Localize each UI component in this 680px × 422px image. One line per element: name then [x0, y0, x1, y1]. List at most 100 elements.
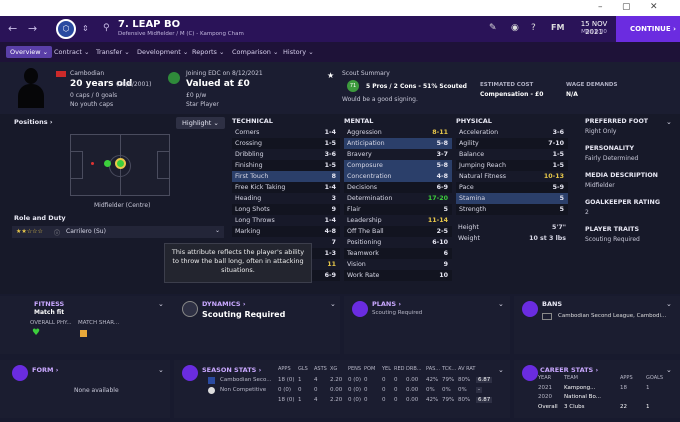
physical-attribute-row[interactable]: Natural Fitness 10-13 — [456, 171, 568, 182]
mental-attribute-row[interactable]: Leadership 11-14 — [344, 215, 452, 226]
mental-attribute-row[interactable]: Off The Ball 2-5 — [344, 226, 452, 237]
forward-arrow-icon[interactable]: → — [28, 22, 37, 35]
season-column-header[interactable]: RED — [394, 366, 404, 372]
season-stat-cell: 0 — [394, 397, 398, 403]
technical-attribute-row[interactable]: Free Kick Taking 1-4 — [232, 182, 340, 193]
player-position-subtitle: Defensive Midfielder / M (C) - Kampong C… — [118, 31, 244, 37]
fm-menu-button[interactable]: FM — [551, 23, 564, 32]
chevron-down-icon[interactable]: ⌄ — [158, 300, 164, 308]
physical-attribute-row[interactable]: Stamina 5 — [456, 193, 568, 204]
mental-attribute-row[interactable]: Determination 17-20 — [344, 193, 452, 204]
tab-comparison[interactable]: Comparison ⌄ — [228, 46, 282, 58]
highlight-dropdown[interactable]: Highlight ⌄ — [176, 117, 225, 129]
chevron-down-icon[interactable]: ⌄ — [666, 300, 672, 308]
mental-attribute-row[interactable]: Composure 5-8 — [344, 160, 452, 171]
attribute-value: 3-6 — [552, 129, 564, 136]
chevron-down-icon[interactable]: ⌄ — [498, 300, 504, 308]
dynamics-title[interactable]: DYNAMICS › — [202, 300, 246, 308]
technical-attribute-row[interactable]: Heading 3 — [232, 193, 340, 204]
physical-attribute-row[interactable]: Acceleration 3-6 — [456, 127, 568, 138]
career-cell: 18 — [620, 385, 627, 391]
back-arrow-icon[interactable]: ← — [8, 22, 17, 35]
physical-attribute-row[interactable]: Strength 5 — [456, 204, 568, 215]
competition-name[interactable]: Non Competitive — [220, 387, 266, 393]
season-column-header[interactable]: ASTS — [314, 366, 327, 372]
season-column-header[interactable]: DRB... — [406, 366, 422, 372]
search-icon[interactable]: ⚲ — [103, 23, 110, 33]
attribute-value: 3-7 — [436, 151, 448, 158]
tab-development[interactable]: Development ⌄ — [133, 46, 192, 58]
physical-attribute-row[interactable]: Balance 1-5 — [456, 149, 568, 160]
season-column-header[interactable]: GLS — [298, 366, 308, 372]
chevron-down-icon[interactable]: ⌄ — [666, 118, 672, 126]
help-icon[interactable]: ? — [531, 23, 536, 33]
physical-attribute-row[interactable]: Jumping Reach 1-5 — [456, 160, 568, 171]
world-icon[interactable]: ◉ — [511, 23, 519, 33]
role-duty-selector[interactable]: ★★☆☆☆ ⓘ Carrilero (Su) ⌄ — [12, 226, 224, 238]
competition-name[interactable]: Cambodian Seco... — [220, 377, 271, 383]
game-time: Mon 8:00 — [581, 29, 607, 35]
close-window-button[interactable]: ✕ — [650, 2, 658, 12]
tab-overview[interactable]: Overview ⌄ — [6, 46, 53, 58]
technical-attribute-row[interactable]: Long Throws 1-4 — [232, 215, 340, 226]
attribute-value: 6 — [443, 250, 448, 257]
chevron-down-icon[interactable]: ⌄ — [158, 366, 164, 374]
bans-title: BANS — [542, 300, 563, 308]
season-column-header[interactable]: AV RAT — [458, 366, 475, 372]
technical-attribute-row[interactable]: Finishing 1-5 — [232, 160, 340, 171]
edit-icon[interactable]: ✎ — [489, 23, 497, 33]
career-cell[interactable]: National Bo... — [564, 394, 601, 400]
club-crest-icon[interactable]: ⬡ — [56, 19, 76, 39]
career-column-header[interactable]: APPS — [620, 375, 633, 381]
mental-attribute-row[interactable]: Work Rate 10 — [344, 270, 452, 281]
technical-attribute-row[interactable]: Marking 4-8 — [232, 226, 340, 237]
technical-attribute-row[interactable]: First Touch 8 — [232, 171, 340, 182]
tab-transfer[interactable]: Transfer ⌄ — [92, 46, 134, 58]
season-stat-cell: 42% — [426, 377, 439, 383]
minimize-button[interactable]: – — [598, 2, 603, 12]
plans-title[interactable]: PLANS › — [372, 300, 401, 308]
tab-history[interactable]: History ⌄ — [279, 46, 318, 58]
chevron-updown-icon[interactable]: ⇕ — [82, 24, 89, 33]
season-stats-title[interactable]: SEASON STATS › — [202, 366, 261, 374]
mental-attribute-row[interactable]: Anticipation 5-8 — [344, 138, 452, 149]
mental-attribute-row[interactable]: Bravery 3-7 — [344, 149, 452, 160]
mental-attribute-row[interactable]: Vision 9 — [344, 259, 452, 270]
tab-reports[interactable]: Reports ⌄ — [188, 46, 228, 58]
physical-attribute-row[interactable]: Agility 7-10 — [456, 138, 568, 149]
season-column-header[interactable]: PENS — [348, 366, 361, 372]
maximize-button[interactable]: ▢ — [622, 2, 631, 12]
career-column-header[interactable]: TEAM — [564, 375, 578, 381]
season-column-header[interactable]: YEL — [382, 366, 391, 372]
season-column-header[interactable]: APPS — [278, 366, 291, 372]
season-column-header[interactable]: POM — [364, 366, 375, 372]
mental-attribute-row[interactable]: Concentration 4-8 — [344, 171, 452, 182]
season-column-header[interactable]: PAS... — [426, 366, 440, 372]
form-title[interactable]: FORM › — [32, 366, 58, 374]
technical-attribute-row[interactable]: Dribbling 3-6 — [232, 149, 340, 160]
chevron-down-icon[interactable]: ⌄ — [498, 366, 504, 374]
tab-contract[interactable]: Contract ⌄ — [50, 46, 93, 58]
mental-attribute-row[interactable]: Teamwork 6 — [344, 248, 452, 259]
continue-button[interactable]: CONTINUE › — [616, 16, 680, 42]
physical-attribute-row[interactable]: Pace 5-9 — [456, 182, 568, 193]
technical-attribute-row[interactable]: Long Shots 9 — [232, 204, 340, 215]
season-column-header[interactable]: TCK... — [442, 366, 456, 372]
technical-attribute-row[interactable]: Crossing 1-5 — [232, 138, 340, 149]
player-avatar — [18, 68, 44, 108]
career-column-header[interactable]: GOALS — [646, 375, 663, 381]
technical-attribute-row[interactable]: Corners 1-4 — [232, 127, 340, 138]
mental-attribute-row[interactable]: Decisions 6-9 — [344, 182, 452, 193]
chevron-down-icon[interactable]: ⌄ — [330, 300, 336, 308]
season-column-header[interactable]: XG — [330, 366, 337, 372]
mental-attribute-row[interactable]: Flair 5 — [344, 204, 452, 215]
career-cell[interactable]: Kampong... — [564, 385, 595, 391]
career-column-header[interactable]: YEAR — [538, 375, 551, 381]
mental-attribute-row[interactable]: Positioning 6-10 — [344, 237, 452, 248]
attribute-value: 1-4 — [324, 184, 336, 191]
chevron-down-icon[interactable]: ⌄ — [666, 366, 672, 374]
season-stat-cell: 0% — [442, 387, 451, 393]
career-stats-title[interactable]: CAREER STATS › — [540, 366, 598, 374]
positions-title[interactable]: Positions › — [14, 118, 53, 126]
mental-attribute-row[interactable]: Aggression 8-11 — [344, 127, 452, 138]
